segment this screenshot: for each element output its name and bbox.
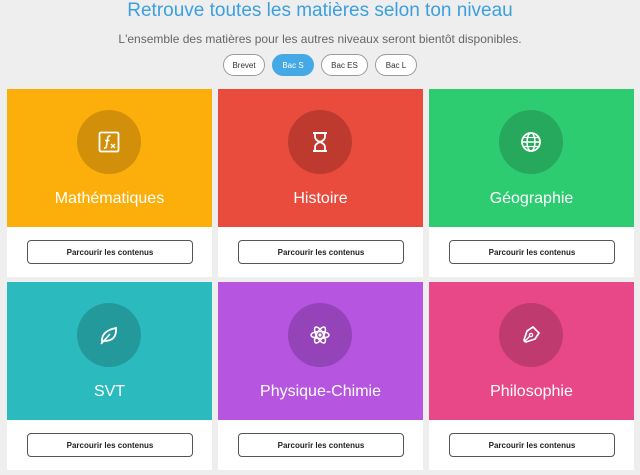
level-bac-es-button[interactable]: Bac ES (321, 54, 368, 76)
card-color-panel: Physique-Chimie (218, 282, 423, 420)
level-bac-s-button[interactable]: Bac S (272, 54, 314, 76)
level-selector: Brevet Bac S Bac ES Bac L (0, 54, 640, 78)
page-title: Retrouve toutes les matières selon ton n… (127, 0, 513, 21)
icon-circle (288, 110, 352, 174)
card-color-panel: Histoire (218, 89, 423, 227)
subject-card-svt: SVT Parcourir les contenus (7, 282, 212, 470)
globe-icon (520, 131, 542, 153)
browse-contents-button[interactable]: Parcourir les contenus (238, 240, 404, 264)
pen-nib-icon (520, 324, 542, 346)
subject-card-geographie: Géographie Parcourir les contenus (429, 89, 634, 277)
page-subtitle: L'ensemble des matières pour les autres … (118, 32, 522, 46)
function-icon (98, 131, 120, 153)
subject-name: Physique-Chimie (260, 383, 381, 400)
card-color-panel: SVT (7, 282, 212, 420)
browse-contents-button[interactable]: Parcourir les contenus (27, 433, 193, 457)
leaf-icon (98, 324, 120, 346)
subject-name: Histoire (293, 190, 348, 207)
browse-contents-button[interactable]: Parcourir les contenus (449, 240, 615, 264)
hourglass-icon (310, 131, 330, 153)
subject-name: Mathématiques (54, 190, 165, 207)
browse-contents-button[interactable]: Parcourir les contenus (27, 240, 193, 264)
card-color-panel: Géographie (429, 89, 634, 227)
browse-contents-button[interactable]: Parcourir les contenus (449, 433, 615, 457)
card-color-panel: Mathématiques (7, 89, 212, 227)
card-color-panel: Philosophie (429, 282, 634, 420)
level-brevet-button[interactable]: Brevet (223, 54, 265, 76)
subject-card-mathematiques: Mathématiques Parcourir les contenus (7, 89, 212, 277)
level-bac-l-button[interactable]: Bac L (375, 54, 417, 76)
subject-card-physique-chimie: Physique-Chimie Parcourir les contenus (218, 282, 423, 470)
subject-name: Géographie (489, 190, 574, 207)
icon-circle (499, 110, 563, 174)
atom-icon (309, 324, 331, 346)
subject-name: SVT (93, 383, 126, 400)
icon-circle (288, 303, 352, 367)
icon-circle (499, 303, 563, 367)
icon-circle (77, 110, 141, 174)
browse-contents-button[interactable]: Parcourir les contenus (238, 433, 404, 457)
subject-card-philosophie: Philosophie Parcourir les contenus (429, 282, 634, 470)
subject-name: Philosophie (490, 383, 573, 400)
icon-circle (77, 303, 141, 367)
subject-card-histoire: Histoire Parcourir les contenus (218, 89, 423, 277)
